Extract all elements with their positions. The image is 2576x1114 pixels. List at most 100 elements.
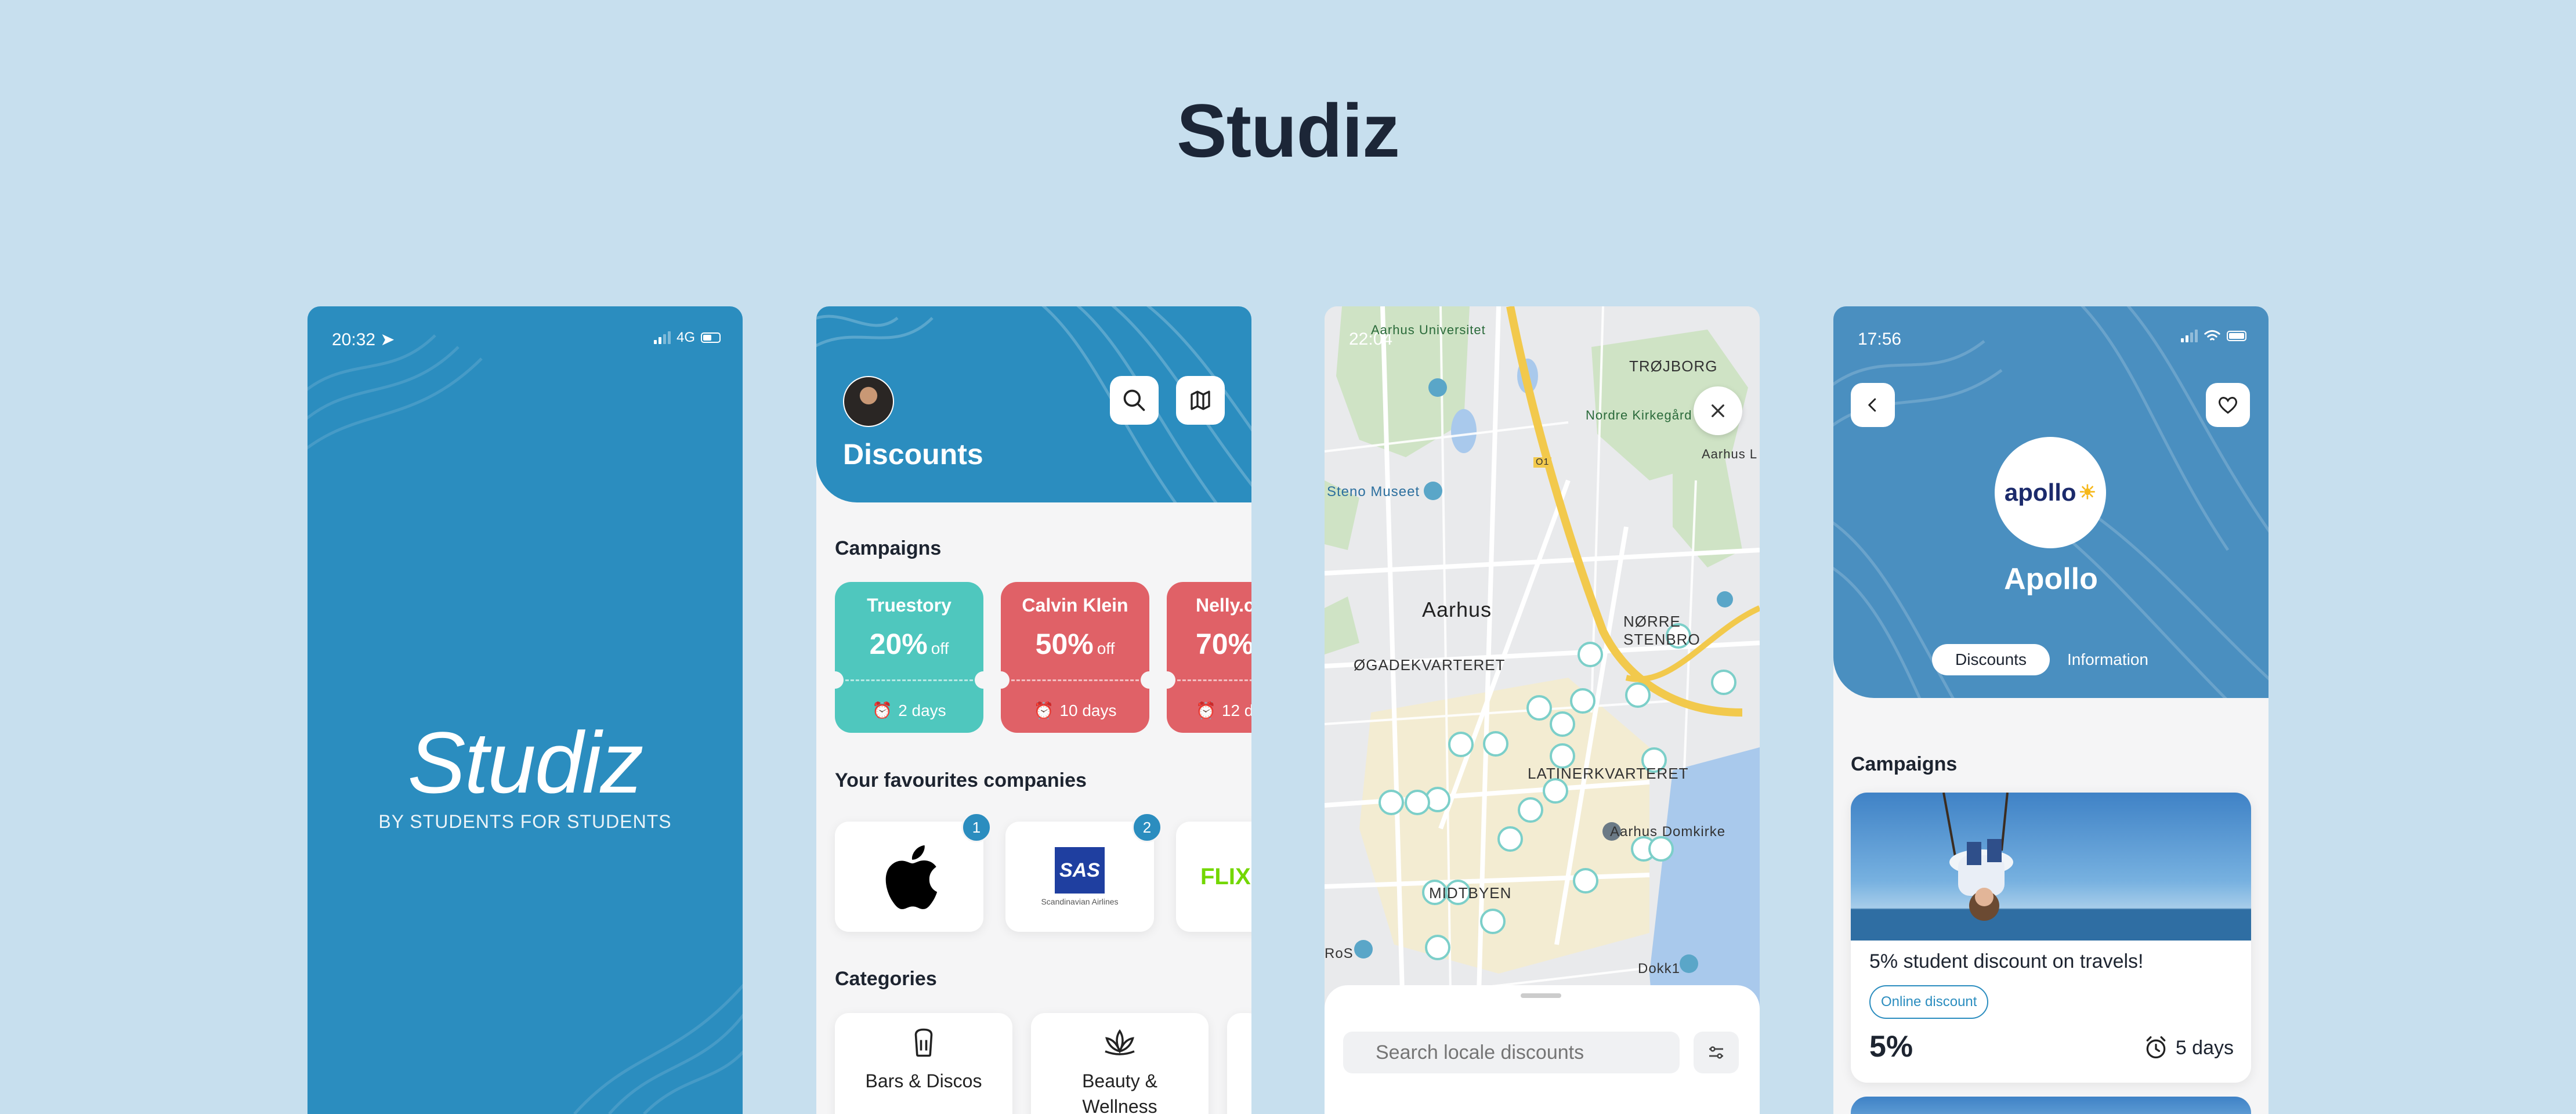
drag-handle[interactable]: [1521, 993, 1561, 998]
campaign-name: Truestory: [867, 595, 951, 616]
chevron-left-icon: [1868, 398, 1876, 412]
offer-days: 5 days: [2175, 1036, 2234, 1059]
offer-card-next[interactable]: [1851, 1097, 2251, 1114]
campaigns-title: Campaigns: [835, 537, 942, 559]
studiz-logo: Studiz: [407, 714, 644, 811]
avatar[interactable]: [843, 376, 894, 427]
swing-photo: [1942, 793, 2013, 921]
campaign-card[interactable]: Nelly.c 70% ⏰ 12 d: [1167, 582, 1251, 733]
location-arrow-icon: ➤: [380, 330, 395, 349]
favourite-badge: 2: [1132, 812, 1162, 842]
tab-discounts[interactable]: Discounts: [1932, 644, 2050, 675]
company-tabs: Discounts Information: [1932, 644, 2154, 675]
battery-icon: [2227, 331, 2246, 341]
signal-icon: [2181, 330, 2198, 342]
offer-percent: 5%: [1869, 1030, 1913, 1064]
campaign-percent: 50%: [1035, 628, 1094, 660]
tagline: BY STUDENTS FOR STUDENTS: [378, 811, 672, 832]
map-label-road: O1: [1533, 457, 1552, 468]
map-label-midtbyen: MIDTBYEN: [1429, 884, 1512, 902]
map-label-ros: RoS: [1325, 946, 1354, 961]
campaign-card[interactable]: Truestory 20% off ⏰ 2 days: [835, 582, 983, 733]
offer-title: 5% student discount on travels!: [1869, 950, 2144, 972]
map-label-norre: NØRRE STENBRO: [1623, 613, 1701, 648]
favourite-sas[interactable]: SAS Scandinavian Airlines 2: [1005, 812, 1162, 932]
company-header: 17:56 apollo ☀ Apollo Discounts Informati…: [1833, 306, 2269, 698]
close-icon: [1712, 404, 1724, 417]
campaign-suffix: off: [931, 639, 949, 657]
map-label-ogade: ØGADEKVARTERET: [1354, 656, 1506, 674]
beer-icon: [914, 1028, 933, 1057]
offer-image: [1851, 793, 2251, 941]
clock-icon: ⏰: [872, 701, 893, 719]
search-button[interactable]: [1110, 376, 1159, 425]
offer-card[interactable]: 5% student discount on travels! Online d…: [1851, 793, 2251, 1083]
status-time: 17:56: [1858, 330, 1902, 349]
campaign-days: 10 days: [1059, 701, 1117, 719]
map-label-latiner: LATINERKVARTERET: [1528, 765, 1689, 782]
map-label-city: Aarhus: [1422, 598, 1492, 621]
discounts-header: Discounts: [816, 306, 1251, 502]
categories-title: Categories: [835, 968, 937, 990]
company-screen: 17:56 apollo ☀ Apollo Discounts Informati…: [1833, 306, 2269, 1114]
discounts-title: Discounts: [843, 438, 983, 471]
favourite-apple[interactable]: 1: [835, 812, 992, 932]
sas-logo: SAS: [1055, 847, 1105, 894]
apollo-logo: apollo ☀: [1995, 437, 2106, 548]
alarm-clock-icon: [2146, 1036, 2166, 1059]
filter-icon: [1709, 1046, 1723, 1059]
battery-icon: [701, 332, 721, 343]
sas-subtitle: Scandinavian Airlines: [1041, 897, 1119, 906]
search-icon: [1123, 389, 1145, 411]
page-title: Studiz: [1177, 88, 1400, 173]
clock-icon: ⏰: [1196, 701, 1216, 719]
map-label-aarhus-uni: Aarhus Universitet: [1371, 323, 1486, 337]
campaign-suffix: off: [1097, 639, 1115, 657]
map-icon: [1191, 390, 1210, 410]
campaigns-title: Campaigns: [1851, 753, 1958, 775]
close-button[interactable]: [1694, 386, 1742, 435]
map-screen: Vester Alle 22:04 Aarhus Universitet TRØ…: [1325, 306, 1760, 1114]
map-label-steno: Steno Museet: [1327, 484, 1420, 500]
favourites-title: Your favourites companies: [835, 769, 1087, 791]
campaign-name: Nelly.c: [1196, 595, 1251, 616]
campaign-card[interactable]: Calvin Klein 50% off ⏰ 10 days: [1001, 582, 1149, 733]
map-label-trojborg: TRØJBORG: [1629, 357, 1718, 375]
favourite-button[interactable]: [2206, 383, 2250, 427]
category-bars[interactable]: Bars & Discos: [835, 1013, 1012, 1114]
campaign-days: 12 d: [1221, 701, 1251, 719]
search-input[interactable]: [1343, 1032, 1680, 1073]
wave-pattern: [307, 334, 743, 1114]
campaign-days: 2 days: [898, 701, 946, 719]
back-button[interactable]: [1851, 383, 1895, 427]
tab-information[interactable]: Information: [2061, 644, 2154, 675]
map-label-aarhus-l: Aarhus L: [1702, 447, 1758, 461]
campaign-percent: 20%: [869, 628, 928, 660]
signal-icon: [653, 331, 671, 344]
category-beauty[interactable]: Beauty & Wellness: [1031, 1013, 1209, 1114]
map-label-nordre: Nordre Kirkegård: [1586, 408, 1692, 422]
sun-icon: ☀: [2078, 482, 2097, 504]
splash-screen: 20:32 ➤ 4G Studiz BY STUDENTS FOR STUDEN…: [307, 306, 743, 1114]
lotus-icon: [1105, 1029, 1135, 1055]
discounts-screen: Discounts Campaigns Truestory 20% off ⏰ 2 …: [816, 306, 1251, 1114]
company-name: Apollo: [2004, 562, 2098, 596]
map-label-domkirke: Aarhus Domkirke: [1610, 824, 1726, 840]
heart-icon: [2218, 397, 2238, 414]
map-label-dokk: Dokk1: [1638, 961, 1681, 976]
filter-button[interactable]: [1694, 1032, 1739, 1073]
apollo-logo-text: apollo: [2004, 479, 2076, 506]
campaign-name: Calvin Klein: [1022, 595, 1128, 616]
favourite-flix[interactable]: FLIX: [1176, 822, 1251, 932]
favourite-badge: 1: [961, 812, 992, 842]
network-label: 4G: [676, 330, 695, 345]
category-card-partial[interactable]: [1227, 1013, 1251, 1114]
bottom-sheet: [1325, 985, 1760, 1114]
category-label: Bars & Discos: [865, 1070, 982, 1091]
map-button[interactable]: [1176, 376, 1225, 425]
wifi-icon: [2204, 330, 2220, 341]
category-label: Beauty & Wellness: [1082, 1070, 1157, 1114]
apple-logo-icon: [885, 845, 938, 909]
online-discount-chip: Online discount: [1869, 985, 1989, 1019]
campaign-percent: 70%: [1196, 628, 1251, 660]
